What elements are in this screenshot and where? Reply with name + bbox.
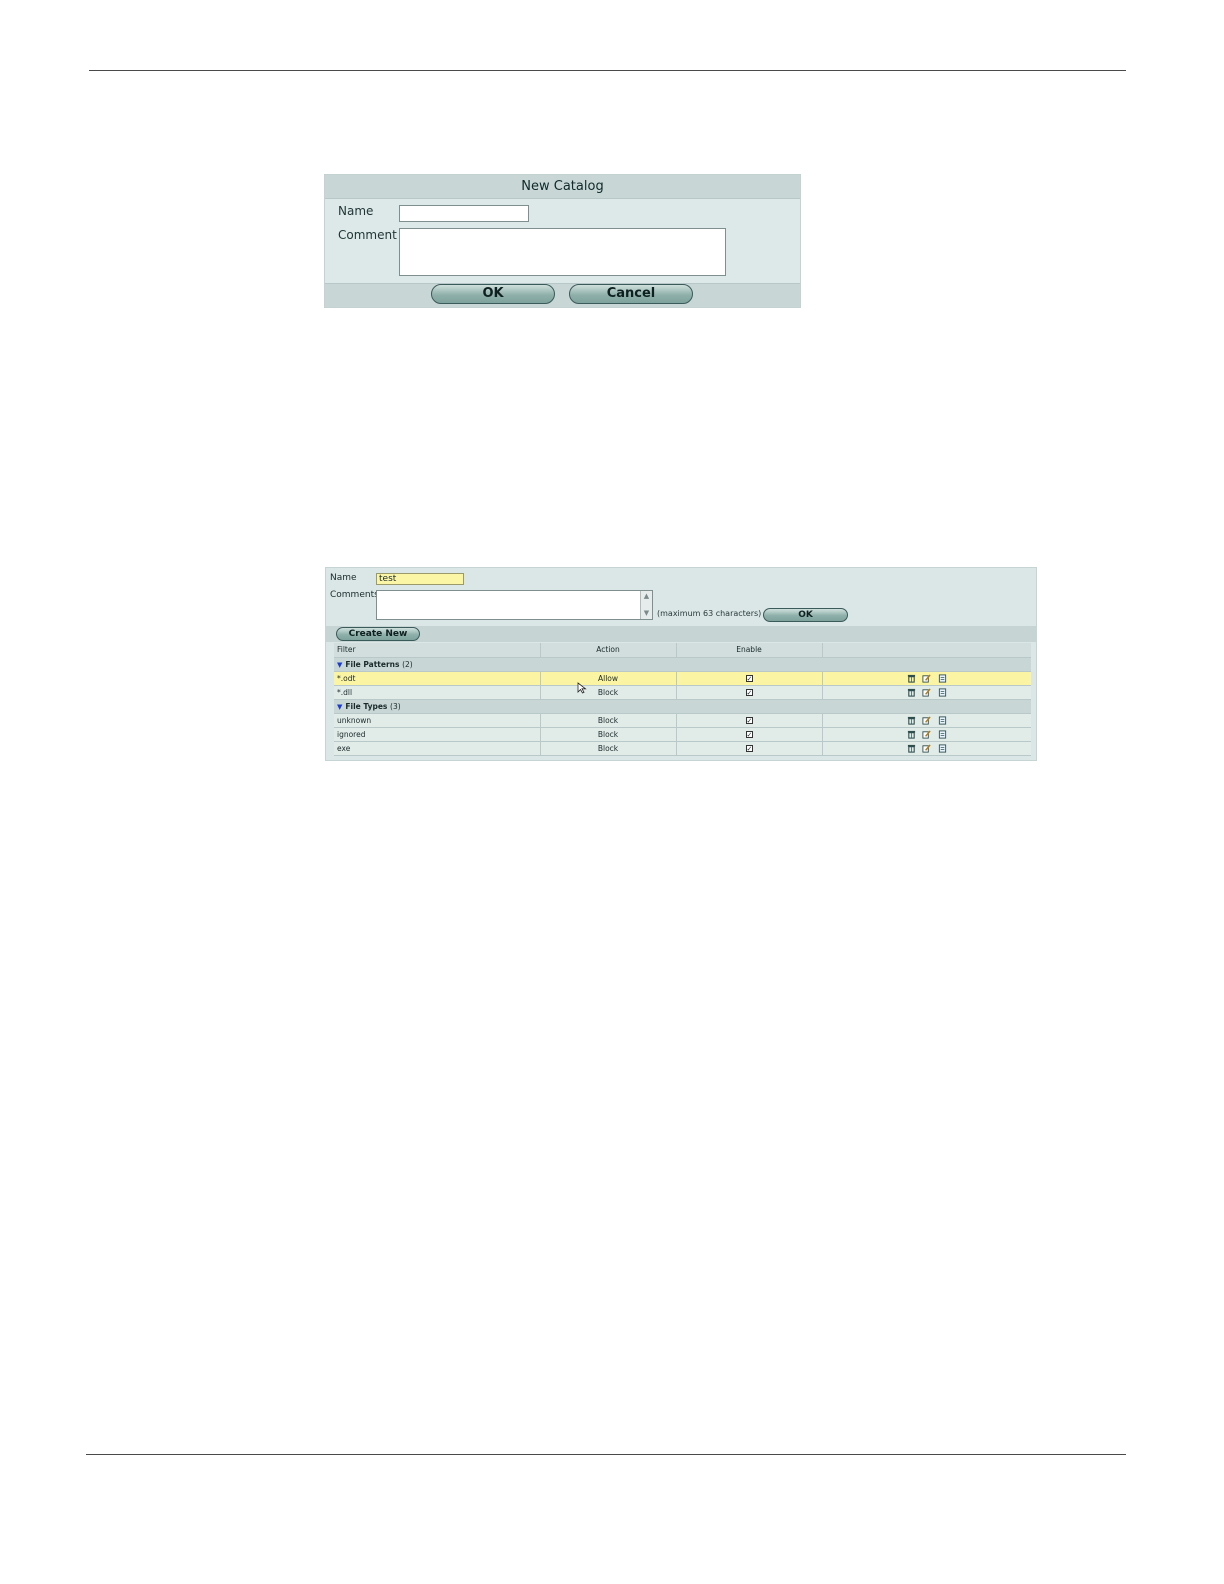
delete-icon[interactable]	[907, 674, 916, 683]
comments-scrollbar[interactable]: ▲ ▼	[640, 591, 652, 619]
row-actions	[822, 741, 1031, 756]
table-row[interactable]: *.dll Block ✓	[334, 685, 1031, 700]
edit-icon[interactable]	[922, 674, 931, 683]
catalog-name-input[interactable]: test	[376, 573, 464, 585]
table-row[interactable]: *.odt Allow ✓	[334, 671, 1031, 686]
create-new-button[interactable]: Create New	[336, 627, 420, 641]
edit-icon[interactable]	[922, 716, 931, 725]
comments-label: Comments	[330, 590, 379, 600]
insert-icon[interactable]	[938, 744, 947, 753]
row-actions	[822, 713, 1031, 728]
comment-textarea[interactable]	[399, 228, 726, 276]
enable-cell: ✓	[676, 685, 823, 700]
delete-icon[interactable]	[907, 730, 916, 739]
comments-textarea[interactable]: ▲ ▼	[376, 590, 653, 620]
edit-icon[interactable]	[922, 688, 931, 697]
catalog-name-label: Name	[330, 573, 357, 583]
toolbar-strip	[326, 626, 1036, 642]
action-cell: Allow	[540, 671, 677, 686]
insert-icon[interactable]	[938, 716, 947, 725]
table-header: Filter Action Enable	[334, 643, 1031, 658]
comment-label: Comment	[338, 228, 397, 242]
row-actions	[822, 685, 1031, 700]
group-header[interactable]: ▼ File Types (3)	[334, 699, 1031, 714]
action-cell: Block	[540, 685, 677, 700]
group-count: (3)	[390, 701, 401, 711]
delete-icon[interactable]	[907, 744, 916, 753]
header-rule	[89, 70, 1126, 71]
enable-cell: ✓	[676, 713, 823, 728]
filter-cell: *.dll	[334, 685, 541, 700]
enable-checkbox[interactable]: ✓	[745, 674, 753, 682]
enable-checkbox[interactable]: ✓	[745, 730, 753, 738]
table-row[interactable]: ignored Block ✓	[334, 727, 1031, 742]
table-row[interactable]: exe Block ✓	[334, 741, 1031, 756]
ok-button[interactable]: OK	[431, 284, 555, 304]
action-cell: Block	[540, 741, 677, 756]
enable-checkbox[interactable]: ✓	[745, 744, 753, 752]
filter-cell: ignored	[334, 727, 541, 742]
group-name: File Types	[345, 701, 388, 711]
delete-icon[interactable]	[907, 716, 916, 725]
group-count: (2)	[402, 659, 413, 669]
column-action: Action	[540, 643, 677, 658]
enable-cell: ✓	[676, 671, 823, 686]
collapse-triangle-icon[interactable]: ▼	[337, 661, 342, 669]
enable-cell: ✓	[676, 727, 823, 742]
group-file-patterns[interactable]: ▼ File Patterns (2)	[334, 657, 1031, 672]
insert-icon[interactable]	[938, 730, 947, 739]
collapse-triangle-icon[interactable]: ▼	[337, 703, 342, 711]
edit-icon[interactable]	[922, 730, 931, 739]
footer-rule	[86, 1454, 1126, 1455]
column-enable: Enable	[676, 643, 823, 658]
delete-icon[interactable]	[907, 688, 916, 697]
action-cell: Block	[540, 713, 677, 728]
group-file-types[interactable]: ▼ File Types (3)	[334, 699, 1031, 714]
insert-icon[interactable]	[938, 688, 947, 697]
row-actions	[822, 727, 1031, 742]
dialog-footer	[325, 283, 800, 307]
scroll-down-icon[interactable]: ▼	[642, 609, 651, 618]
max-chars-hint: (maximum 63 characters)	[657, 609, 762, 618]
dialog-title: New Catalog	[325, 175, 800, 199]
enable-checkbox[interactable]: ✓	[745, 716, 753, 724]
enable-checkbox[interactable]: ✓	[745, 688, 753, 696]
name-label: Name	[338, 204, 374, 218]
mouse-cursor-icon	[577, 682, 587, 694]
name-input[interactable]	[399, 205, 529, 222]
scroll-up-icon[interactable]: ▲	[642, 592, 651, 601]
filter-cell: *.odt	[334, 671, 541, 686]
file-filter-panel: Name test Comments ▲ ▼ (maximum 63 chara…	[325, 567, 1037, 761]
group-name: File Patterns	[345, 659, 400, 669]
catalog-ok-button[interactable]: OK	[763, 608, 848, 622]
table-row[interactable]: unknown Block ✓	[334, 713, 1031, 728]
cancel-button[interactable]: Cancel	[569, 284, 693, 304]
filter-cell: exe	[334, 741, 541, 756]
filter-cell: unknown	[334, 713, 541, 728]
row-actions	[822, 671, 1031, 686]
insert-icon[interactable]	[938, 674, 947, 683]
column-filter: Filter	[334, 643, 541, 658]
group-header[interactable]: ▼ File Patterns (2)	[334, 657, 1031, 672]
new-catalog-dialog: New Catalog Name Comment OK Cancel	[324, 174, 801, 308]
filter-table: Filter Action Enable ▼ File Patterns (2) …	[334, 643, 1031, 756]
edit-icon[interactable]	[922, 744, 931, 753]
action-cell: Block	[540, 727, 677, 742]
column-actions	[822, 643, 1031, 658]
enable-cell: ✓	[676, 741, 823, 756]
